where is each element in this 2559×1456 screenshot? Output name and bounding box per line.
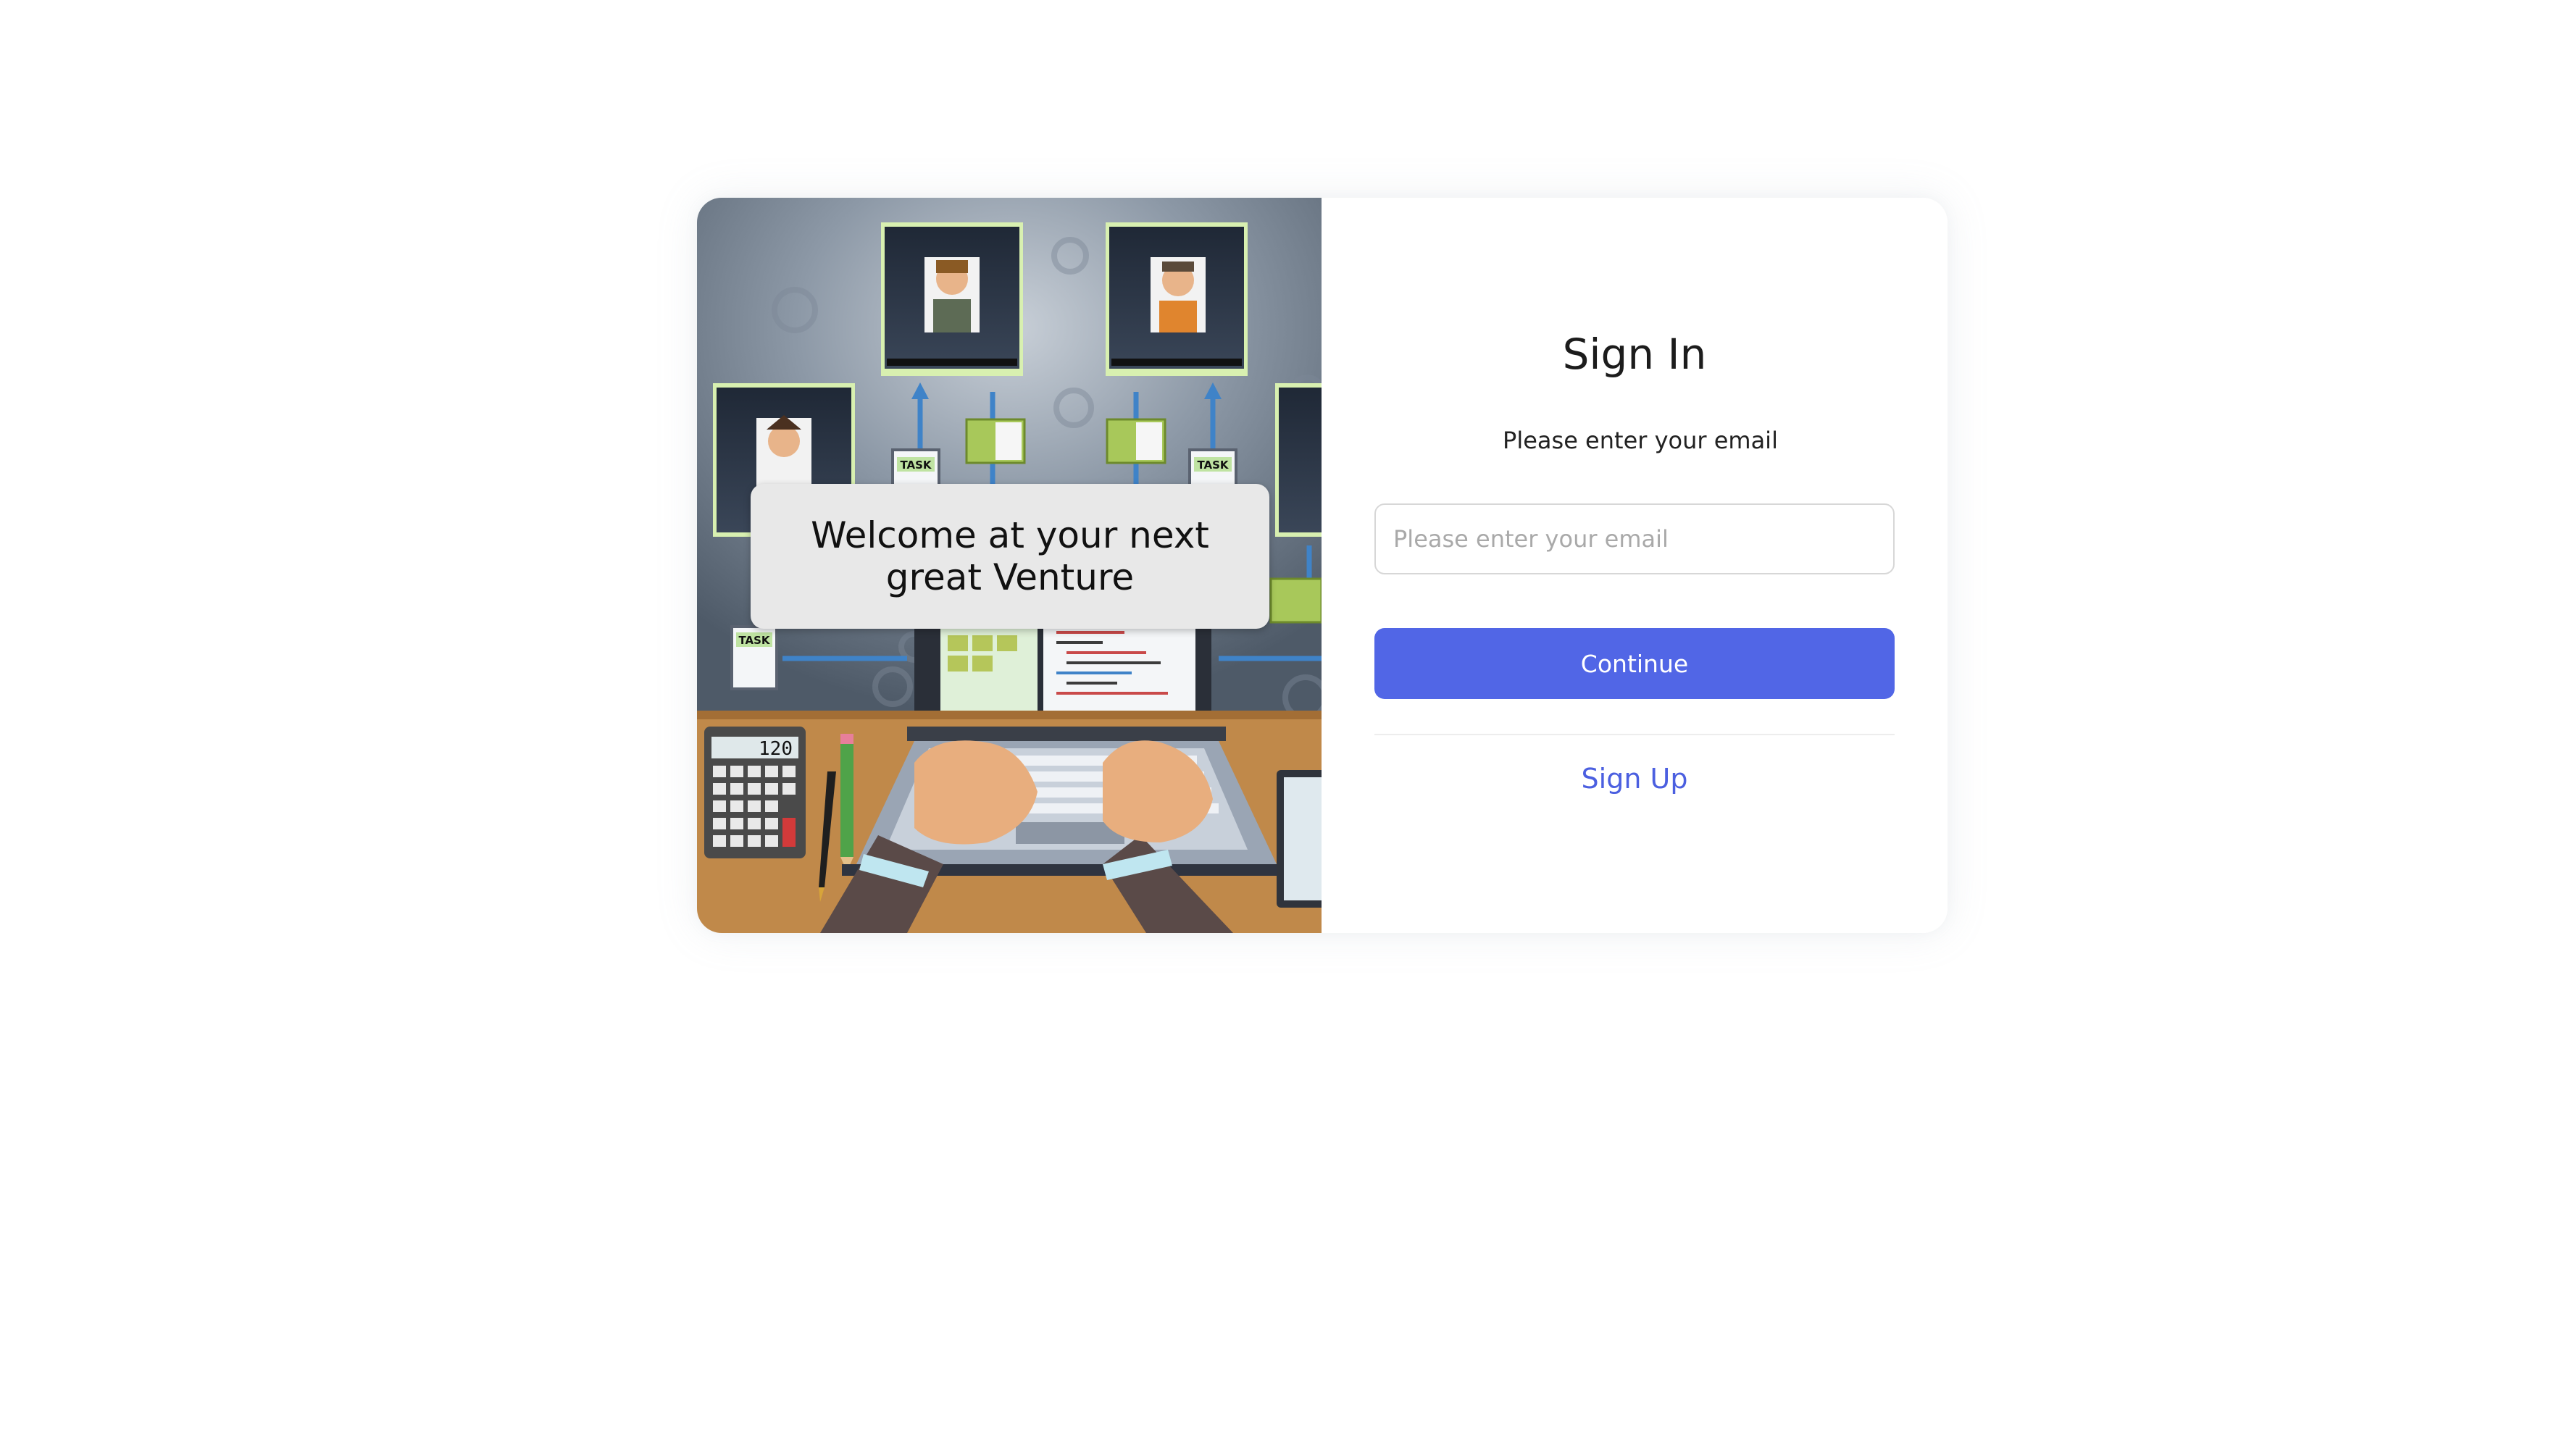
- svg-text:TASK: TASK: [900, 459, 932, 472]
- sign-in-form: Sign In Please enter your email Continue…: [1322, 198, 1948, 933]
- divider: [1374, 734, 1895, 735]
- svg-text:TASK: TASK: [1197, 459, 1229, 472]
- svg-text:TASK: TASK: [738, 634, 770, 647]
- video-call-frame: [1275, 383, 1322, 537]
- sign-up-link[interactable]: Sign Up: [1322, 763, 1948, 795]
- calculator-icon: 120: [704, 727, 806, 858]
- task-card: TASK: [730, 625, 778, 690]
- hero-illustration-panel: TASK TASK TASK 120 Welcome at your next …: [697, 198, 1322, 933]
- svg-text:120: 120: [759, 738, 793, 760]
- sign-in-subtitle: Please enter your email: [1503, 427, 1778, 454]
- pencil-icon: [840, 734, 853, 871]
- welcome-text: Welcome at your next great Venture: [811, 514, 1209, 598]
- sign-in-title: Sign In: [1562, 330, 1707, 379]
- welcome-banner: Welcome at your next great Venture: [751, 484, 1269, 629]
- video-call-frame: [881, 222, 1023, 376]
- video-call-frame: [1106, 222, 1248, 376]
- sign-in-page: TASK TASK TASK 120 Welcome at your next …: [0, 0, 2559, 1456]
- email-input[interactable]: [1374, 503, 1895, 574]
- sign-in-card: TASK TASK TASK 120 Welcome at your next …: [697, 198, 1948, 933]
- continue-button[interactable]: Continue: [1374, 628, 1895, 699]
